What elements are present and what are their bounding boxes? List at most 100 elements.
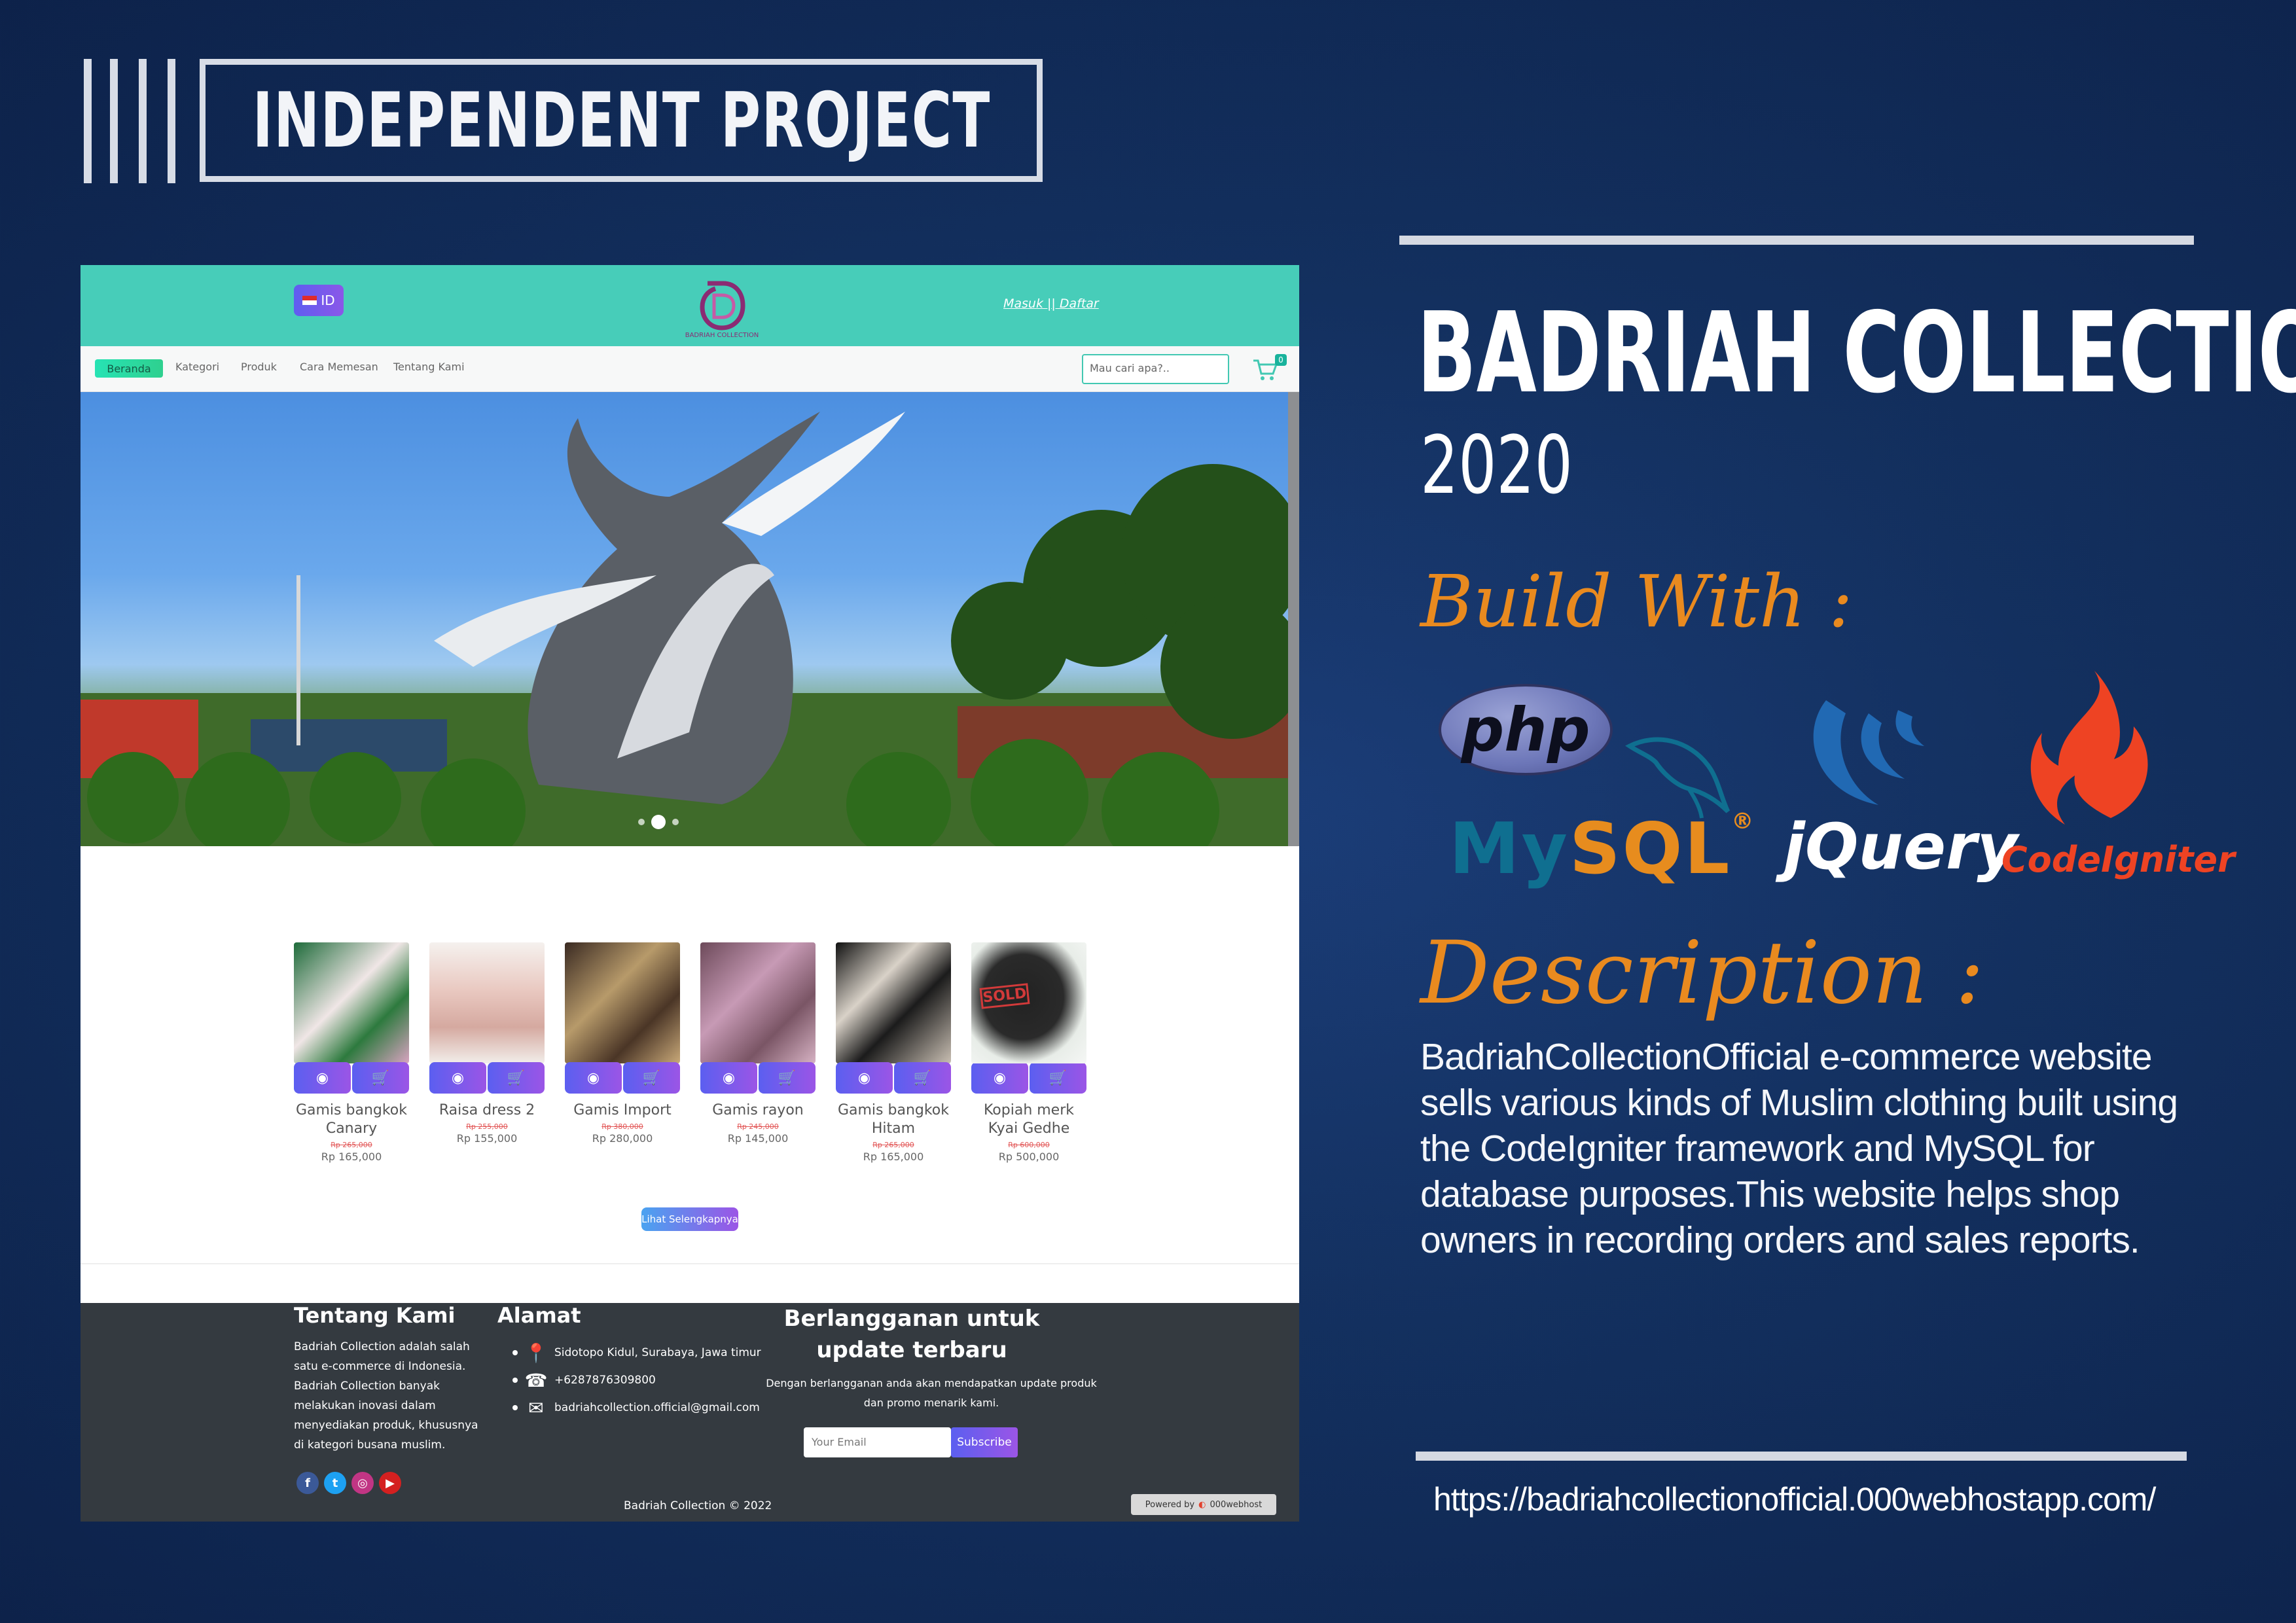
php-logo-text: php <box>1461 694 1590 765</box>
mysql-sql: SQL <box>1569 808 1732 890</box>
instagram-icon[interactable]: ◎ <box>351 1472 374 1494</box>
phone-text[interactable]: +6287876309800 <box>554 1374 656 1387</box>
product-name[interactable]: Gamis bangkok Hitam <box>836 1101 951 1138</box>
youtube-icon[interactable]: ▶ <box>379 1472 401 1494</box>
nav-how-to-order[interactable]: Cara Memesan <box>300 361 378 373</box>
product-card[interactable]: ◉ 🛒 Gamis rayon Rp 245,000 Rp 145,000 <box>700 942 816 1145</box>
envelope-icon: ✉ <box>528 1397 544 1419</box>
search-input[interactable]: Mau cari apa?.. <box>1082 354 1229 384</box>
product-old-price: Rp 245,000 <box>737 1122 779 1131</box>
location-pin-icon: 📍 <box>524 1342 548 1364</box>
slider-dot-2[interactable] <box>651 815 666 829</box>
footer-about-heading: Tentang Kami <box>294 1303 456 1328</box>
nav-category[interactable]: Kategori <box>175 361 219 373</box>
project-url-link[interactable]: https://badriahcollectionofficial.000web… <box>1433 1480 2156 1518</box>
product-image[interactable]: SOLD <box>971 942 1086 1063</box>
phone-icon: ☎ <box>524 1369 548 1391</box>
product-card[interactable]: ◉ 🛒 Gamis Import Rp 380,000 Rp 280,000 <box>565 942 680 1145</box>
product-image[interactable] <box>836 942 951 1063</box>
add-to-cart-button[interactable]: 🛒 <box>894 1062 951 1094</box>
product-name[interactable]: Raisa dress 2 <box>429 1101 545 1120</box>
product-price: Rp 165,000 <box>863 1150 924 1163</box>
codeigniter-logo: CodeIgniter <box>2001 839 2235 880</box>
product-image[interactable] <box>565 942 680 1063</box>
email-text[interactable]: badriahcollection.official@gmail.com <box>554 1401 760 1414</box>
product-name[interactable]: Kopiah merk Kyai Gedhe <box>971 1101 1086 1138</box>
add-to-cart-button[interactable]: 🛒 <box>1030 1062 1086 1094</box>
php-logo: php <box>1439 684 1613 776</box>
product-old-price: Rp 255,000 <box>466 1122 508 1131</box>
cart-icon: 🛒 <box>778 1069 797 1086</box>
badriah-logo-icon <box>700 281 745 330</box>
hero-scrollbar[interactable] <box>1288 392 1299 846</box>
hero-slider-image <box>81 392 1288 846</box>
eye-icon: ◉ <box>722 1069 736 1086</box>
footer-email: ✉ badriahcollection.official@gmail.com <box>512 1397 760 1419</box>
add-to-cart-button[interactable]: 🛒 <box>488 1062 545 1094</box>
cart-icon: 🛒 <box>507 1069 526 1086</box>
product-image[interactable] <box>700 942 816 1063</box>
slider-dot-1[interactable] <box>638 819 645 825</box>
powered-brand: 000webhost <box>1210 1499 1263 1510</box>
sold-stamp-icon: SOLD <box>979 983 1030 1009</box>
product-name[interactable]: Gamis rayon <box>700 1101 816 1120</box>
footer-address: 📍 Sidotopo Kidul, Surabaya, Jawa timur <box>512 1342 761 1364</box>
footer-phone: ☎ +6287876309800 <box>512 1370 656 1391</box>
mysql-registered: ® <box>1731 808 1756 834</box>
twitter-icon[interactable]: t <box>324 1472 346 1494</box>
product-card[interactable]: ◉ 🛒 Gamis bangkok Hitam Rp 265,000 Rp 16… <box>836 942 951 1163</box>
slider-dot-3[interactable] <box>672 819 679 825</box>
footer-address-heading: Alamat <box>497 1303 581 1328</box>
subscribe-button[interactable]: Subscribe <box>951 1427 1018 1457</box>
site-footer: Tentang Kami Badriah Collection adalah s… <box>81 1303 1299 1522</box>
product-card[interactable]: ◉ 🛒 Gamis bangkok Canary Rp 265,000 Rp 1… <box>294 942 409 1163</box>
product-image[interactable] <box>294 942 409 1063</box>
top-rule <box>1399 236 2194 245</box>
site-logo[interactable]: BADRIAH COLLECTION <box>650 273 794 344</box>
decor-bar-3 <box>139 59 147 183</box>
nav-about[interactable]: Tentang Kami <box>393 361 465 373</box>
product-image[interactable] <box>429 942 545 1063</box>
copyright-text: Badriah Collection © 2022 <box>624 1499 772 1512</box>
product-card[interactable]: SOLD ◉ 🛒 Kopiah merk Kyai Gedhe Rp 600,0… <box>971 942 1086 1163</box>
view-detail-button[interactable]: ◉ <box>429 1062 486 1094</box>
nav-product[interactable]: Produk <box>241 361 277 373</box>
website-screenshot: ID BADRIAH COLLECTION Masuk || Daftar Be… <box>81 265 1299 1522</box>
eye-icon: ◉ <box>993 1069 1007 1086</box>
jquery-logo: jQuery <box>1784 810 2018 883</box>
view-detail-button[interactable]: ◉ <box>294 1062 351 1094</box>
product-name[interactable]: Gamis bangkok Canary <box>294 1101 409 1138</box>
see-more-button[interactable]: Lihat Selengkapnya <box>641 1207 738 1231</box>
add-to-cart-button[interactable]: 🛒 <box>759 1062 816 1094</box>
cart-icon: 🛒 <box>371 1069 390 1086</box>
eye-icon: ◉ <box>586 1069 600 1086</box>
decor-bar-1 <box>84 59 92 183</box>
language-button[interactable]: ID <box>294 285 344 316</box>
view-detail-button[interactable]: ◉ <box>971 1062 1028 1094</box>
cart-icon[interactable] <box>1252 358 1278 382</box>
product-name[interactable]: Gamis Import <box>565 1101 680 1120</box>
facebook-icon[interactable]: f <box>296 1472 319 1494</box>
login-register-link[interactable]: Masuk || Daftar <box>1003 296 1099 311</box>
view-detail-button[interactable]: ◉ <box>565 1062 622 1094</box>
add-to-cart-button[interactable]: 🛒 <box>623 1062 680 1094</box>
eye-icon: ◉ <box>451 1069 465 1086</box>
eye-icon: ◉ <box>857 1069 871 1086</box>
add-to-cart-button[interactable]: 🛒 <box>352 1062 409 1094</box>
nav-home[interactable]: Beranda <box>95 359 163 378</box>
site-navbar: Beranda Kategori Produk Cara Memesan Ten… <box>81 346 1299 392</box>
product-old-price: Rp 380,000 <box>601 1122 643 1131</box>
webhost-icon: ◐ <box>1198 1499 1206 1510</box>
view-detail-button[interactable]: ◉ <box>836 1062 893 1094</box>
product-price: Rp 145,000 <box>727 1132 789 1145</box>
powered-by-badge[interactable]: Powered by ◐ 000webhost <box>1131 1494 1276 1515</box>
surabaya-monument-illustration <box>81 412 1288 846</box>
description-heading: Description : <box>1420 923 1984 1024</box>
subscribe-email-input[interactable]: Your Email <box>804 1427 951 1457</box>
powered-label: Powered by <box>1145 1499 1195 1510</box>
product-price: Rp 500,000 <box>998 1150 1060 1163</box>
product-card[interactable]: ◉ 🛒 Raisa dress 2 Rp 255,000 Rp 155,000 <box>429 942 545 1145</box>
product-price: Rp 165,000 <box>321 1150 382 1163</box>
cart-count-badge: 0 <box>1275 354 1287 366</box>
view-detail-button[interactable]: ◉ <box>700 1062 757 1094</box>
